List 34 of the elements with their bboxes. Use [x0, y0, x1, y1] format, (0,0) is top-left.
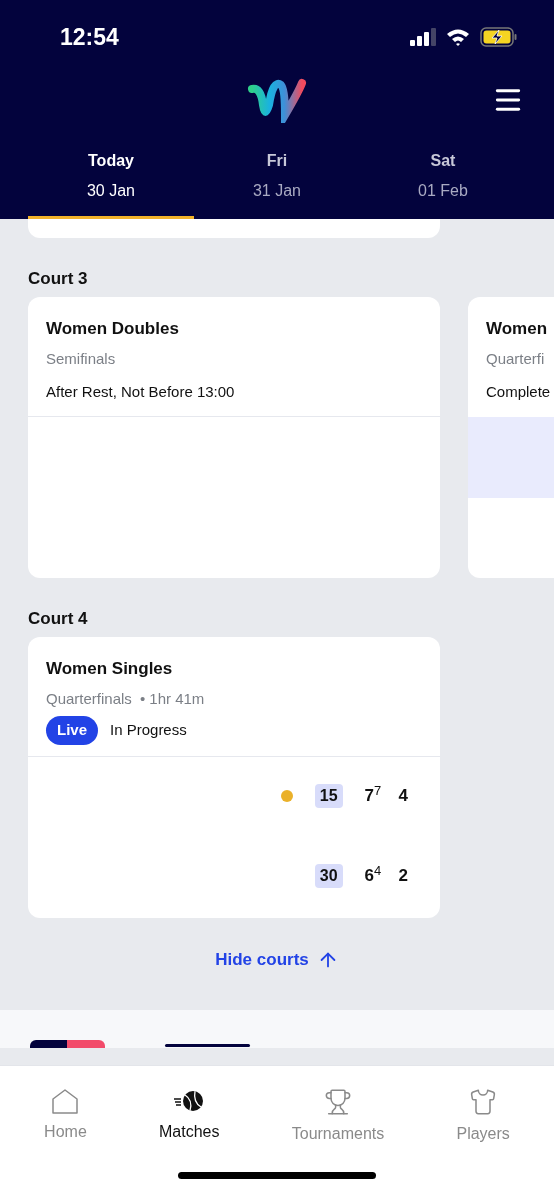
set-score: 6$^{4}$ [364, 863, 383, 888]
match-duration: • 1hr 41m [139, 688, 205, 709]
date-tab[interactable]: Sat 01 Feb [360, 143, 526, 219]
trophy-icon [324, 1088, 352, 1116]
shirt-icon [469, 1088, 498, 1116]
set-score: 4 [398, 785, 408, 808]
nav-tab[interactable]: Matches [159, 1088, 220, 1146]
hide-courts-button[interactable]: Hide courts [215, 947, 339, 973]
battery-charging-icon [480, 27, 518, 47]
match-card[interactable]: Women Singles Quarterfinals • 1hr 41m Live In Progress 15 7$^{7}$ 4 30 6$^{4}$ 2 [28, 637, 440, 918]
signal-icon [410, 28, 436, 46]
set-score: 7$^{7}$ [364, 783, 383, 808]
match-title: Women [486, 318, 549, 340]
match-title: Women Singles [46, 658, 174, 680]
tennis-ball-icon [173, 1088, 206, 1114]
match-status: In Progress [110, 720, 187, 740]
status-time: 12:54 [60, 22, 119, 52]
match-status: After Rest, Not Before 13:00 [46, 382, 235, 402]
match-round: Quarterfinals [46, 688, 132, 709]
live-badge: Live [46, 716, 98, 745]
date-tab[interactable]: Fri 31 Jan [194, 143, 360, 219]
game-points: 30 [314, 864, 343, 888]
wifi-icon [446, 28, 470, 46]
set-score: 2 [398, 865, 408, 888]
court-heading: Court 3 [28, 269, 89, 289]
match-round: Quarterfi [486, 348, 546, 369]
home-icon [51, 1088, 80, 1114]
match-card[interactable]: Women Doubles Semifinals After Rest, Not Before 13:00 [28, 297, 440, 578]
match-round: Semifinals [46, 348, 116, 369]
game-points: 15 [314, 784, 343, 808]
court-heading: Court 4 [28, 609, 89, 629]
match-status: Complete [486, 382, 552, 402]
match-card[interactable]: Women Quarterfi Complete [468, 297, 554, 578]
match-title: Women Doubles [46, 318, 180, 340]
